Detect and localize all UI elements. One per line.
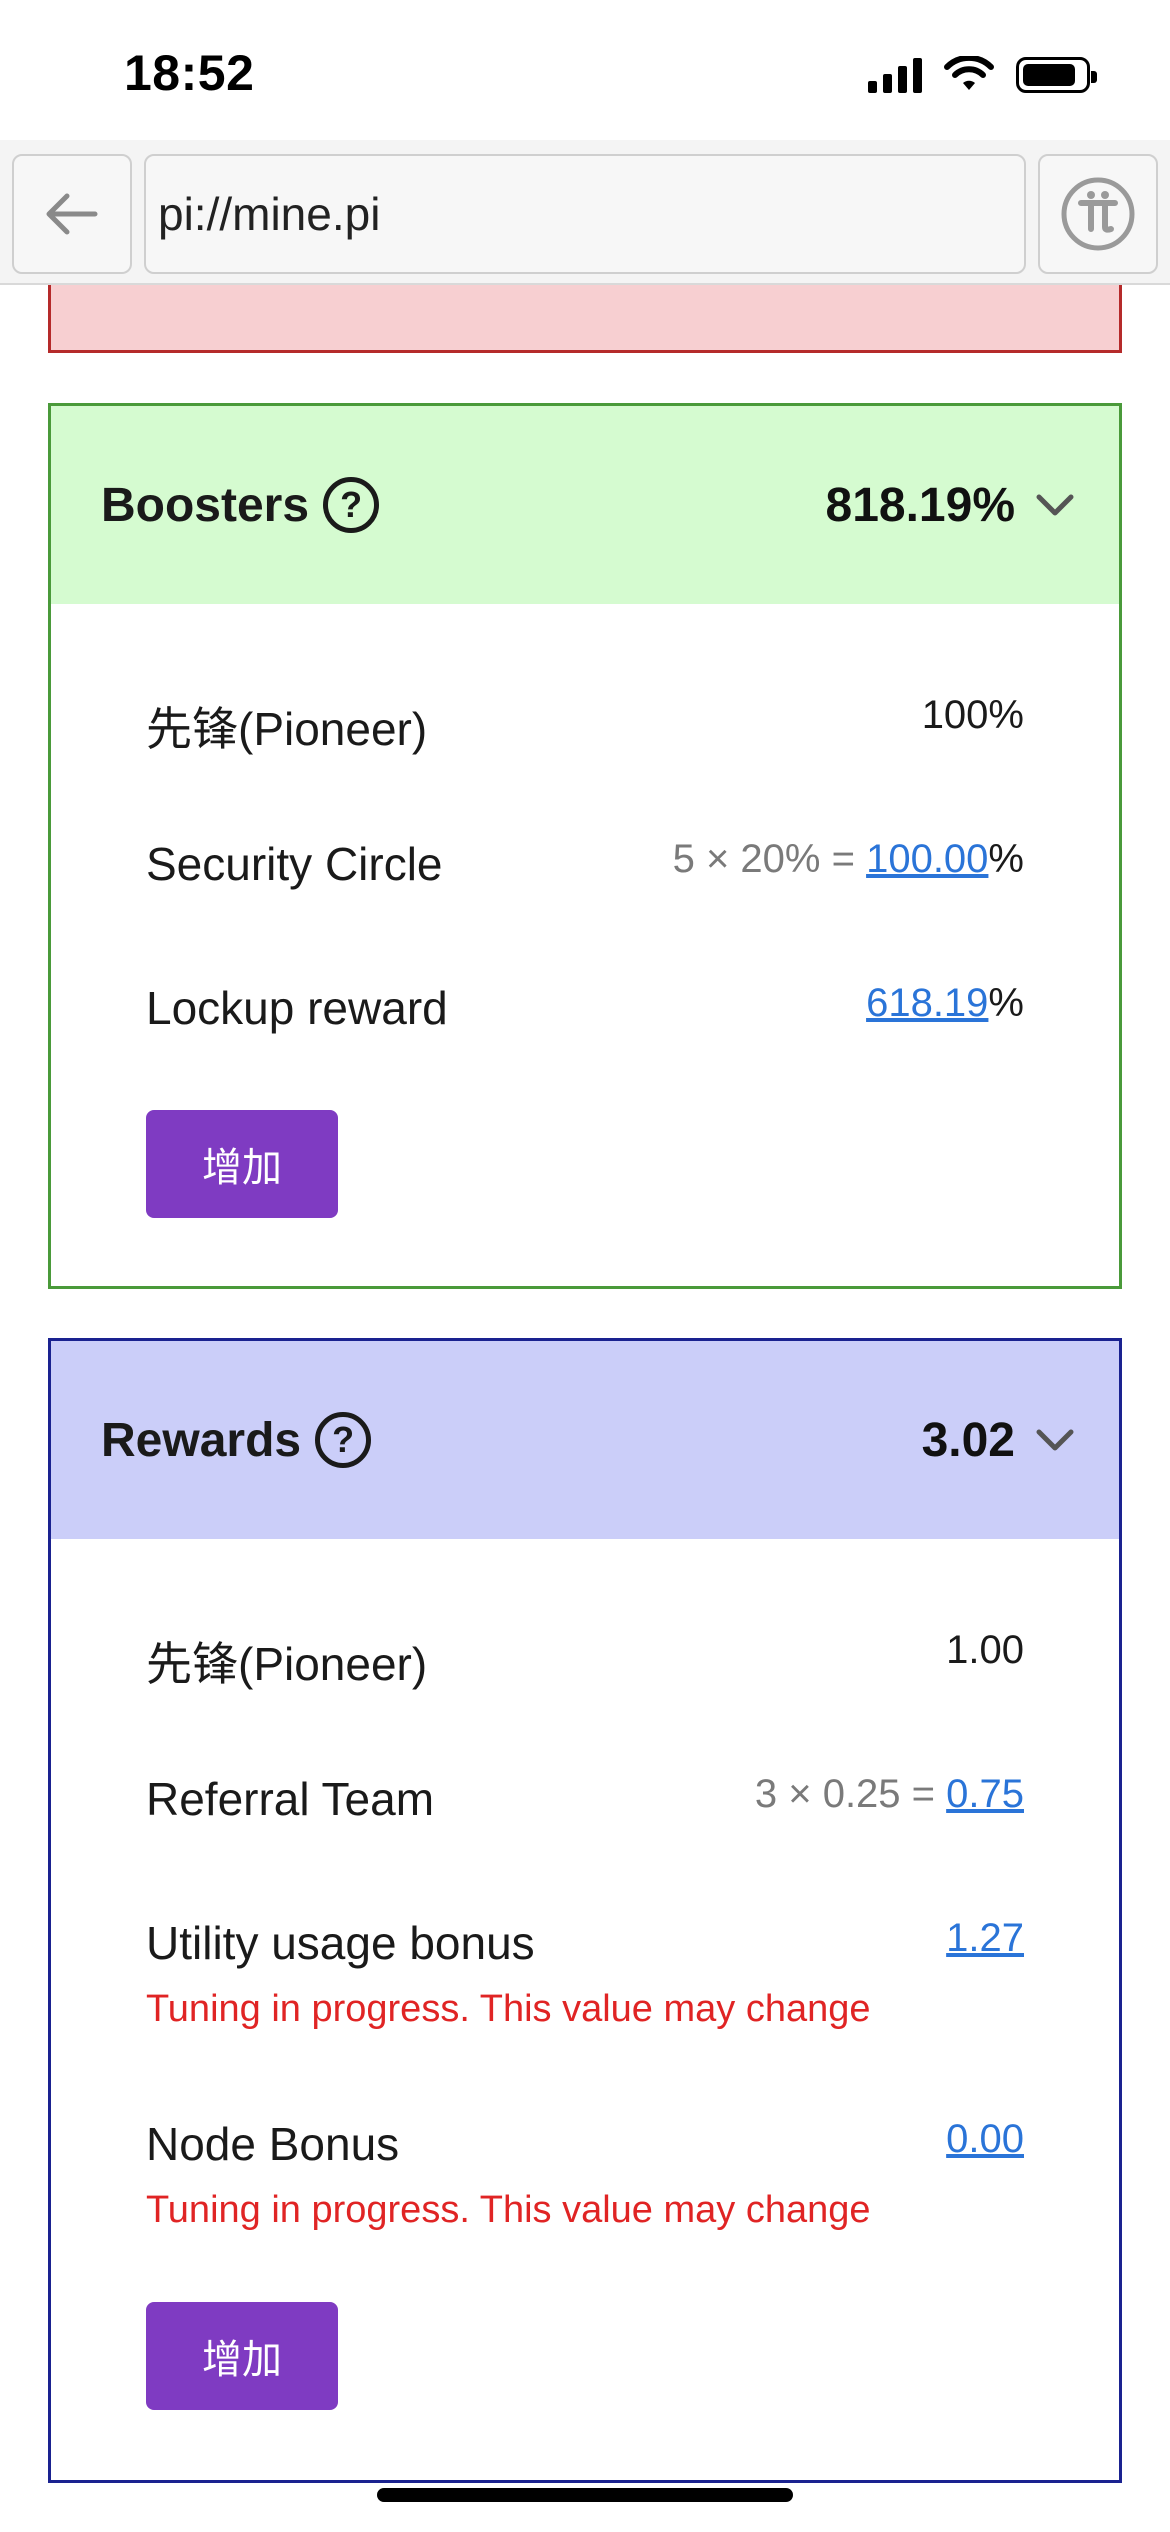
wifi-icon [944, 56, 994, 90]
url-field[interactable]: pi://mine.pi [144, 154, 1026, 274]
reward-row-pioneer: 先锋(Pioneer) 1.00 [146, 1628, 1024, 1694]
rewards-header[interactable]: Rewards ? 3.02 [51, 1341, 1119, 1539]
reward-row-utility-usage-bonus: Utility usage bonus 1.27 [146, 1916, 1024, 1970]
boosters-card: Boosters ? 818.19% 先锋(Pioneer) 100% Secu… [48, 403, 1122, 1289]
row-value: 1.00 [946, 1628, 1024, 1672]
alert-banner [48, 285, 1122, 353]
reward-row-node-bonus: Node Bonus 0.00 [146, 2117, 1024, 2171]
row-value: 100% [921, 693, 1024, 737]
formula-text: 5 × 20% = [672, 837, 867, 881]
row-label: Lockup reward [146, 982, 448, 1034]
booster-row-pioneer: 先锋(Pioneer) 100% [146, 693, 1024, 759]
home-indicator[interactable] [377, 2488, 793, 2502]
row-label: Node Bonus [146, 2118, 400, 2170]
rewards-title: Rewards [101, 1413, 302, 1467]
chevron-down-icon[interactable] [1035, 1427, 1075, 1453]
status-time: 18:52 [124, 45, 255, 101]
url-text: pi://mine.pi [158, 188, 381, 240]
battery-icon [1016, 57, 1097, 93]
boosters-header[interactable]: Boosters ? 818.19% [51, 406, 1119, 604]
percent-suffix: % [988, 981, 1024, 1025]
help-icon[interactable]: ? [323, 477, 380, 533]
row-value: 5 × 20% = 100.00% [673, 837, 1024, 882]
reward-row-referral-team: Referral Team 3 × 0.25 = 0.75 [146, 1772, 1024, 1826]
back-button[interactable] [12, 154, 132, 274]
row-value: 0.00 [946, 2117, 1024, 2162]
rewards-total: 3.02 [921, 1413, 1015, 1467]
status-bar: 18:52 [0, 0, 1170, 140]
lockup-reward-link[interactable]: 618.19 [866, 981, 988, 1025]
rewards-card: Rewards ? 3.02 先锋(Pioneer) 1.00 Referral… [48, 1338, 1122, 2483]
row-value: 618.19% [866, 981, 1024, 1026]
booster-row-security-circle: Security Circle 5 × 20% = 100.00% [146, 837, 1024, 891]
pi-logo-icon [1061, 177, 1135, 251]
boosters-add-button[interactable]: 增加 [146, 1110, 338, 1218]
tuning-warning: Tuning in progress. This value may chang… [146, 2189, 871, 2231]
referral-team-link[interactable]: 0.75 [946, 1772, 1024, 1816]
rewards-add-button[interactable]: 增加 [146, 2302, 338, 2410]
help-icon[interactable]: ? [315, 1412, 372, 1468]
node-bonus-link[interactable]: 0.00 [946, 2117, 1024, 2161]
row-label: Security Circle [146, 838, 443, 890]
chevron-down-icon[interactable] [1035, 492, 1075, 518]
formula-text: 3 × 0.25 = [754, 1772, 947, 1816]
percent-suffix: % [988, 837, 1024, 881]
status-icons [868, 56, 1097, 94]
back-arrow-icon [46, 193, 98, 235]
row-value: 1.27 [946, 1916, 1024, 1961]
row-label: Utility usage bonus [146, 1917, 535, 1969]
boosters-total: 818.19% [825, 478, 1016, 532]
row-label: 先锋(Pioneer) [146, 703, 428, 755]
row-label: Referral Team [146, 1773, 435, 1825]
boosters-title: Boosters [101, 478, 310, 532]
tuning-warning: Tuning in progress. This value may chang… [146, 1988, 871, 2030]
pi-browser-button[interactable] [1038, 154, 1158, 274]
utility-usage-bonus-link[interactable]: 1.27 [946, 1916, 1024, 1960]
row-label: 先锋(Pioneer) [146, 1638, 428, 1690]
row-value: 3 × 0.25 = 0.75 [755, 1772, 1024, 1817]
browser-bar: pi://mine.pi [0, 140, 1170, 285]
booster-row-lockup-reward: Lockup reward 618.19% [146, 981, 1024, 1035]
cellular-signal-icon [868, 57, 922, 93]
security-circle-link[interactable]: 100.00 [866, 837, 988, 881]
